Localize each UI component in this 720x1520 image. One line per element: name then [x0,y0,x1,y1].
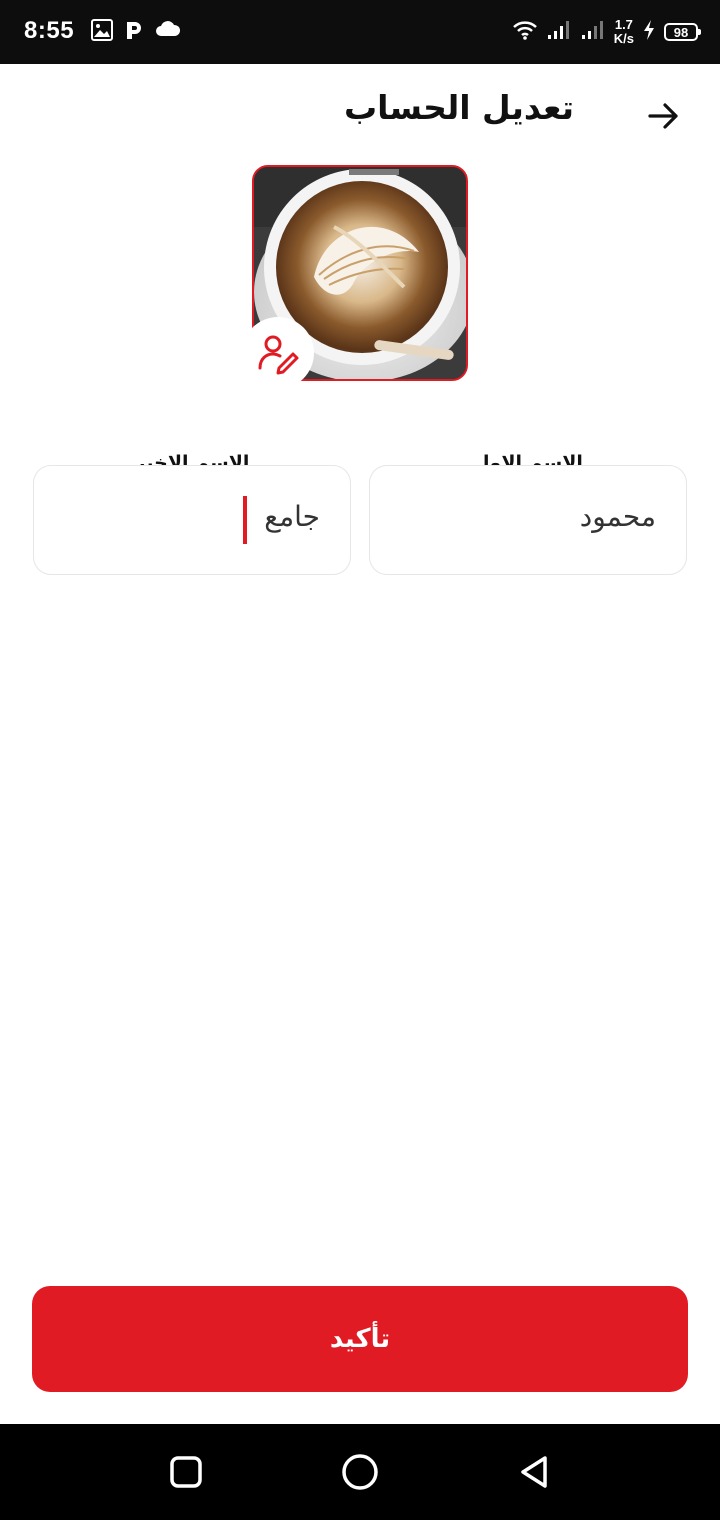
status-notification-icons [90,18,182,46]
first-name-field[interactable]: محمود [369,465,687,575]
last-name-field[interactable]: جامع [33,465,351,575]
battery-indicator: 98 [664,23,701,41]
back-button[interactable] [640,92,688,140]
charging-icon [642,19,656,45]
header: تعديل الحساب [0,64,720,160]
last-name-value: جامع [264,500,320,533]
page-title: تعديل الحساب [343,88,574,127]
confirm-button[interactable]: تأكيد [32,1286,688,1392]
network-speed-value: 1.7 [614,17,633,32]
network-speed-unit: K/s [613,31,634,46]
avatar-container [242,165,468,389]
navigation-bar [0,1424,720,1520]
edit-account-screen: 8:55 1.7 K/s 98 تعديل الحساب الاسم الاول… [0,0,720,1520]
circle-icon [342,1454,378,1490]
triangle-back-icon [521,1456,547,1488]
signal-icon-sim1 [546,19,572,45]
arrow-right-icon [648,103,678,129]
first-name-value: محمود [579,500,656,533]
nav-back-button[interactable] [510,1448,558,1496]
text-cursor [243,496,247,544]
status-system-icons: 1.7 K/s 98 [512,16,701,48]
home-button[interactable] [336,1448,384,1496]
edit-avatar-button[interactable] [242,317,314,389]
confirm-button-label: تأكيد [329,1324,391,1354]
image-icon [90,18,114,46]
status-time: 8:55 [24,17,75,44]
user-edit-icon [258,335,299,375]
square-icon [170,1456,202,1488]
signal-icon-sim2 [580,19,606,45]
wifi-icon [512,19,538,45]
p-app-icon [124,18,144,46]
status-bar: 8:55 1.7 K/s 98 [0,0,720,64]
recents-button[interactable] [162,1448,210,1496]
cloud-icon [154,18,182,46]
network-speed: 1.7 K/s [614,18,634,46]
